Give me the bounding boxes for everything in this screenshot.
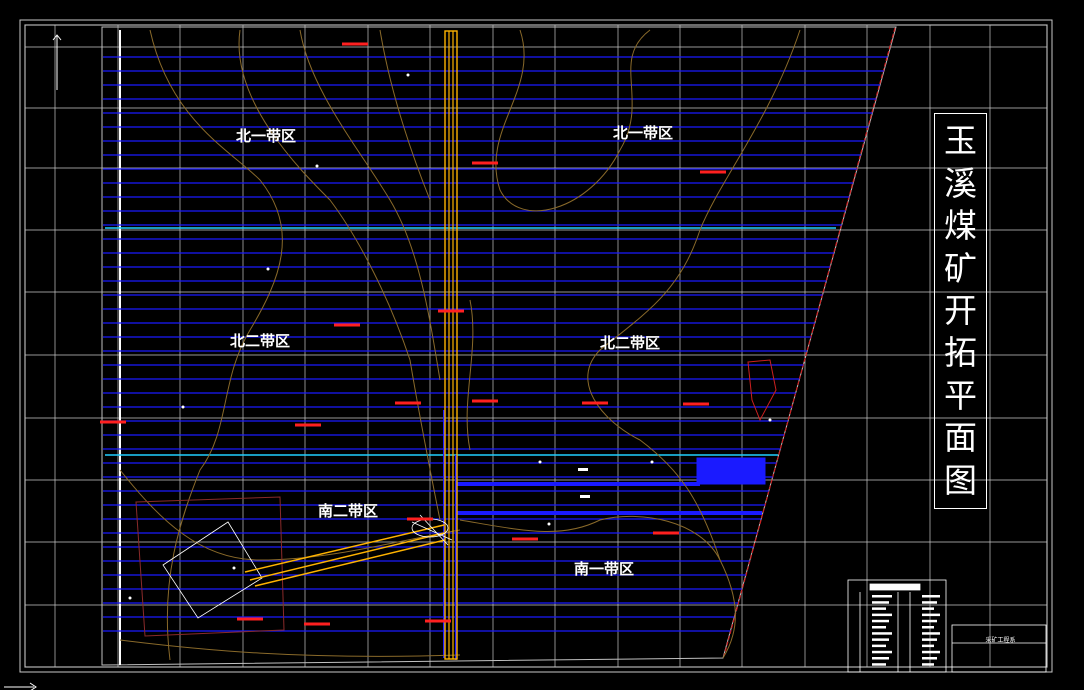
title-block-row [922, 607, 934, 610]
elevation-point-marker [582, 401, 608, 405]
elevation-point-marker [653, 531, 679, 535]
title-block-row [872, 663, 886, 666]
zone-label-south2: 南二带区 [318, 502, 379, 520]
hatched-panel [696, 457, 766, 485]
title-char: 玉 [944, 121, 977, 161]
mine-plan-canvas [4, 19, 1053, 690]
title-block-row [922, 644, 934, 648]
title-char: 煤 [944, 206, 977, 246]
elevation-point-marker [237, 617, 263, 621]
goaf-area [747, 359, 777, 422]
seam-lines [103, 56, 888, 632]
zone-label-south1: 南一带区 [574, 560, 635, 578]
title-block-row [872, 626, 886, 629]
elevation-point-marker [472, 399, 498, 403]
title-block-row [922, 595, 940, 598]
elevation-point-marker [295, 423, 321, 427]
zone-label-north1-right: 北一带区 [613, 124, 674, 142]
elevation-point-marker [304, 622, 330, 626]
title-block-row [872, 632, 892, 635]
elevation-point-marker [512, 537, 538, 541]
elevation-point-marker [342, 42, 368, 46]
title-block-row [922, 657, 937, 660]
title-block-row [872, 619, 889, 623]
title-block-row [922, 619, 937, 623]
title-block-row [872, 644, 886, 648]
haulage-roadway-1 [456, 482, 700, 486]
title-block-row [922, 613, 940, 617]
title-char: 矿 [944, 248, 977, 288]
title-block-row [922, 632, 940, 635]
mine-field-boundary [101, 26, 897, 666]
elevation-point-marker [425, 619, 451, 623]
title-block-row [872, 607, 886, 610]
elevation-point-marker [472, 161, 498, 165]
elevation-point-marker [683, 402, 709, 406]
title-char: 平 [944, 375, 977, 415]
elevation-point-marker [395, 401, 421, 405]
contour-lines [119, 29, 801, 661]
north-arrow-icon [52, 34, 62, 90]
title-block-row [872, 595, 892, 598]
title-block-row [922, 663, 934, 666]
title-char: 拓 [944, 333, 977, 373]
zone-label-north1-left: 北一带区 [236, 127, 297, 145]
title-block-row [872, 638, 889, 641]
elevation-point-marker [700, 170, 726, 174]
drawing-title: 玉 溪 煤 矿 开 拓 平 面 图 [934, 113, 987, 509]
haulage-roadway-2 [456, 511, 762, 515]
zone-label-north2-right: 北二带区 [600, 334, 661, 352]
title-char: 图 [944, 460, 977, 500]
ucs-axis-icon [4, 682, 37, 690]
outer-frame [19, 19, 1053, 673]
title-block-row [922, 626, 934, 629]
title-block-row [922, 650, 940, 654]
title-block-row [922, 638, 937, 641]
title-block-row [922, 601, 937, 604]
title-block-row [872, 613, 892, 617]
title-char: 开 [944, 290, 977, 330]
title-block-row [872, 601, 889, 604]
elevation-point-marker [438, 309, 464, 313]
elevation-point-marker [407, 517, 433, 521]
elevation-point-marker [100, 420, 126, 424]
right-boundary-red [723, 27, 896, 657]
title-block-row [872, 657, 889, 660]
zone-label-north2-left: 北二带区 [230, 332, 291, 350]
sheet-label: 采矿工程系 [985, 637, 1016, 644]
industrial-site-outline [135, 496, 285, 637]
title-block-row [872, 650, 892, 654]
inclined-shafts [244, 524, 446, 587]
title-char: 面 [944, 418, 977, 458]
title-char: 溪 [944, 163, 977, 203]
inner-frame [24, 24, 1048, 668]
coordinate-grid [24, 24, 1048, 668]
elevation-point-marker [334, 323, 360, 327]
